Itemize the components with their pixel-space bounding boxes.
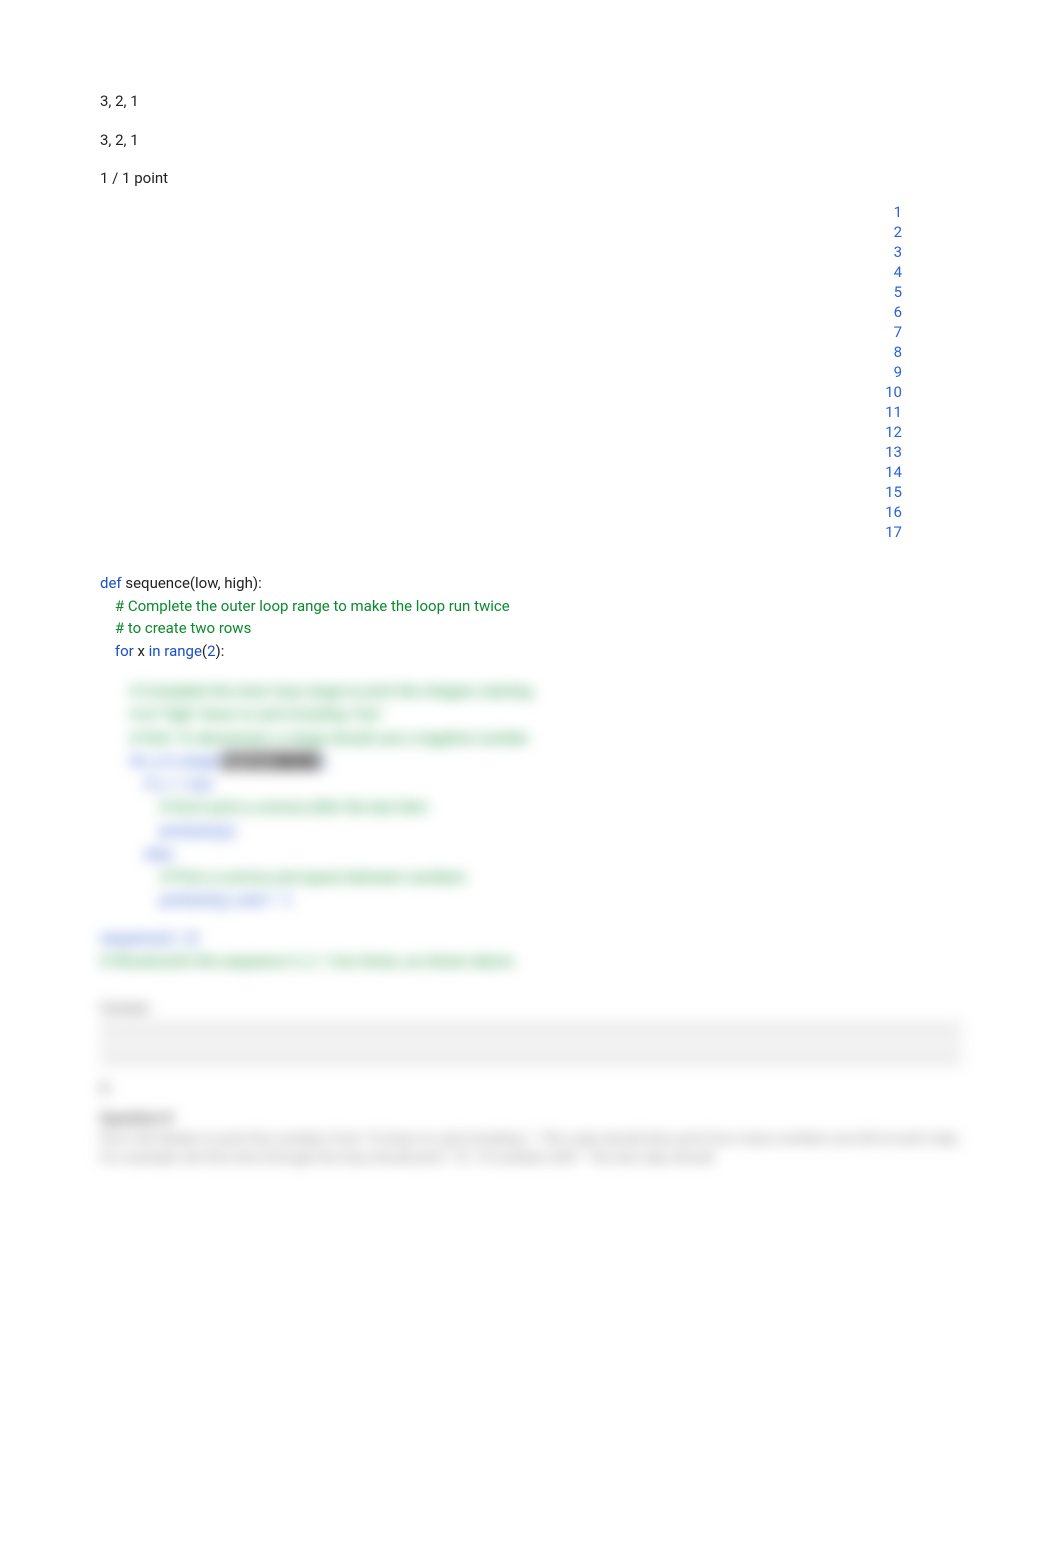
- line-number: 5: [100, 282, 902, 302]
- blurred-code: print(str(y), end=", "): [100, 889, 962, 912]
- line-number: 6: [100, 302, 902, 322]
- line-number: 1: [100, 202, 902, 222]
- blurred-comment: # Hint: To decrement, a range should use…: [100, 727, 962, 750]
- blurred-code: else:: [100, 843, 962, 866]
- blurred-comment: # Complete the inner loop range to print…: [100, 680, 962, 703]
- score-text: 1 / 1 point: [100, 167, 962, 190]
- function-signature: sequence(low, high):: [122, 574, 262, 592]
- line-number: 4: [100, 262, 902, 282]
- blurred-row: [100, 1020, 962, 1042]
- keyword-def: def: [100, 574, 122, 592]
- paren-close: ):: [216, 642, 225, 660]
- blurred-preview: # Complete the inner loop range to print…: [100, 680, 962, 1169]
- blurred-code: for y in range(high,low - 1, -1):: [100, 750, 962, 773]
- line-number: 9: [100, 362, 902, 382]
- answer-row-2: 3, 2, 1: [100, 129, 962, 152]
- blurred-label: Correct: [100, 997, 962, 1020]
- blurred-call-comment: # Should print the sequence 3, 2, 1 two …: [100, 950, 962, 973]
- line-number-gutter: 1 2 3 4 5 6 7 8 9 10 11 12 13 14 15 16 1…: [100, 202, 962, 542]
- comment-line: # Complete the outer loop range to make …: [100, 597, 510, 615]
- blurred-table: Correct: [100, 997, 962, 1067]
- line-number: 15: [100, 482, 902, 502]
- code-block: def sequence(low, high): # Complete the …: [100, 550, 962, 663]
- answer-row-1: 3, 2, 1: [100, 90, 962, 113]
- line-number: 12: [100, 422, 902, 442]
- blurred-question-title: Question 8: [100, 1107, 962, 1130]
- line-number: 14: [100, 462, 902, 482]
- blurred-question-text: Fill in the blanks to print the numbers …: [100, 1130, 962, 1169]
- blurred-call: sequence(1, 3): [100, 927, 962, 950]
- line-number: 3: [100, 242, 902, 262]
- line-number: 11: [100, 402, 902, 422]
- line-number: 16: [100, 502, 902, 522]
- line-number: 13: [100, 442, 902, 462]
- number-literal: 2: [207, 642, 215, 660]
- blurred-row: [100, 1045, 962, 1067]
- line-number: 8: [100, 342, 902, 362]
- keyword-in: in: [149, 642, 161, 660]
- blurred-comment: # Print a comma and space between number…: [100, 866, 962, 889]
- keyword-for: for: [100, 642, 134, 660]
- variable-x: x: [134, 642, 149, 660]
- blurred-next-question: 8. Question 8 Fill in the blanks to prin…: [100, 1077, 962, 1169]
- comment-line: # to create two rows: [100, 619, 251, 637]
- blurred-code: print(str(y)): [100, 820, 962, 843]
- builtin-range: range: [161, 642, 202, 660]
- blurred-code: if y == low:: [100, 773, 962, 796]
- line-number: 7: [100, 322, 902, 342]
- blurred-comment: # at "high" down to and including "low": [100, 703, 962, 726]
- line-number: 2: [100, 222, 902, 242]
- line-number: 10: [100, 382, 902, 402]
- blurred-comment: # Don't print a comma after the last ite…: [100, 796, 962, 819]
- line-number: 17: [100, 522, 902, 542]
- blurred-question-number: 8.: [100, 1077, 962, 1100]
